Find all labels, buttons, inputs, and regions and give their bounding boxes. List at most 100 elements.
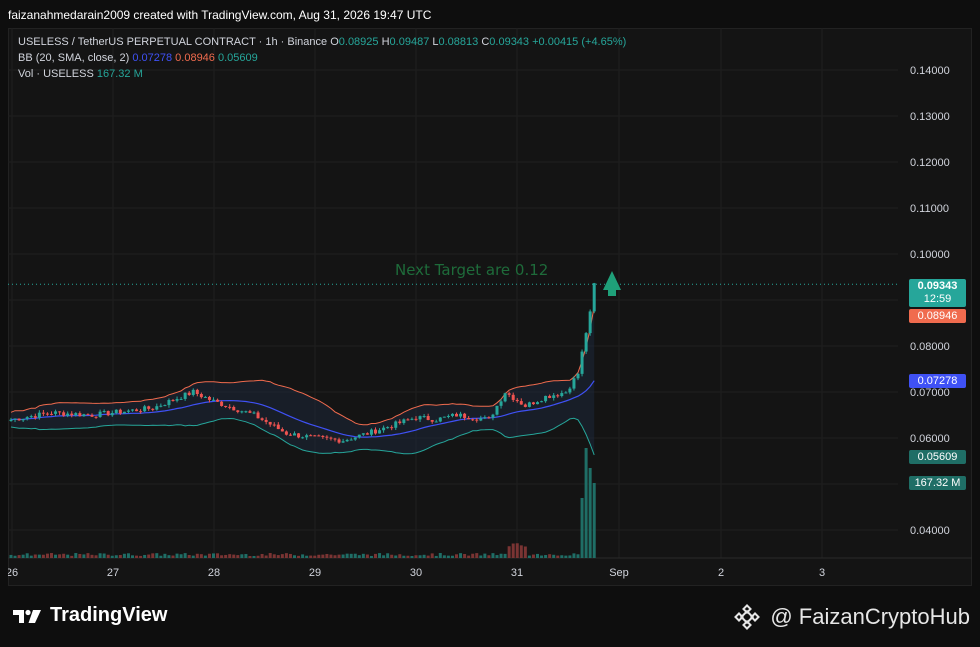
volume-bar [301, 554, 305, 558]
volume-bar [90, 554, 94, 558]
time-tick-label: 26 [8, 567, 18, 579]
volume-bar [280, 554, 284, 558]
volume-bar [228, 554, 232, 558]
volume-bar [25, 553, 29, 558]
up-arrow-icon [603, 271, 621, 296]
candle [483, 417, 487, 419]
bb-row: BB (20, SMA, close, 2) 0.07278 0.08946 0… [18, 50, 626, 66]
time-tick-label: 2 [718, 567, 724, 579]
volume-bar [491, 553, 495, 558]
bb-basis-value: 0.07278 [132, 52, 173, 64]
candle [479, 418, 483, 421]
volume-bar [450, 555, 454, 558]
volume-bar [455, 554, 458, 558]
volume-bar [236, 555, 240, 558]
time-tick-label: 30 [410, 567, 422, 579]
volume-bar [248, 555, 252, 558]
bb-upper-tag: 0.08946 [909, 309, 966, 323]
candle [110, 413, 114, 416]
volume-bar [345, 553, 349, 558]
candle [232, 406, 236, 411]
candle [276, 424, 280, 430]
candle [212, 399, 215, 401]
chart-screenshot: faizanahmedarain2009 created with Tradin… [0, 0, 980, 647]
volume-bar [418, 555, 422, 558]
volume-bar [147, 554, 151, 558]
volume-bar [459, 553, 463, 558]
candle [378, 430, 382, 434]
time-tick-label: 27 [107, 567, 119, 579]
volume-bar [240, 554, 244, 558]
close-value: 0.09343 [489, 36, 530, 48]
candle [98, 411, 102, 418]
candle [147, 406, 151, 409]
volume-bar [179, 554, 183, 558]
volume-bar [13, 555, 17, 558]
volume-bar [463, 554, 467, 558]
candle [422, 416, 426, 418]
volume-bar [414, 555, 418, 558]
candle [369, 429, 373, 435]
candle [187, 392, 191, 395]
volume-bar [224, 554, 228, 558]
volume-bar [499, 553, 503, 558]
volume-bar [511, 543, 515, 558]
volume-bar [556, 555, 560, 558]
candle [58, 411, 62, 413]
candle [467, 417, 471, 420]
volume-value: 167.32 M [96, 68, 143, 80]
candle [357, 434, 361, 438]
volume-bar [21, 554, 25, 558]
candle [50, 413, 53, 415]
candle [301, 437, 305, 439]
tradingview-brand[interactable]: TradingView [12, 604, 167, 627]
time-axis: 26 27 28 29 30 31 Sep 2 3 [8, 567, 825, 579]
volume-bar [568, 555, 572, 558]
candle [252, 412, 256, 414]
candle [349, 439, 353, 441]
candle [572, 378, 576, 389]
candle [159, 405, 163, 407]
candle [548, 395, 552, 398]
volume-bar [187, 554, 191, 558]
candle [195, 389, 199, 395]
volume-bar [487, 555, 491, 558]
candle [284, 431, 288, 435]
last-price-tag: 0.09343 12:59 [909, 279, 966, 307]
candle [272, 424, 276, 426]
candle [309, 435, 313, 437]
volume-bar [442, 555, 446, 558]
volume-bar [29, 555, 33, 558]
volume-bar [135, 555, 139, 558]
volume-bar [171, 555, 175, 558]
price-tick-label: 0.12000 [910, 157, 950, 169]
bb-label: BB (20, SMA, close, 2) [18, 52, 130, 64]
volume-bar [329, 554, 333, 558]
price-tick-label: 0.11000 [910, 203, 949, 215]
candle [256, 412, 260, 419]
volume-bar [37, 554, 41, 558]
candle [135, 409, 139, 412]
volume-bar [572, 553, 576, 558]
volume-bar [17, 555, 21, 558]
candle [536, 402, 539, 405]
volume-bar [576, 554, 580, 558]
candle [568, 388, 572, 393]
countdown-value: 12:59 [923, 293, 952, 305]
candle [216, 399, 220, 402]
volume-bar [122, 553, 126, 558]
candle [426, 416, 430, 420]
price-chart[interactable]: 0.14000 0.13000 0.12000 0.11000 0.10000 0.080… [8, 28, 972, 586]
candle [556, 395, 560, 397]
bb-lower-tag: 0.05609 [909, 450, 966, 464]
volume-bar [272, 554, 276, 558]
volume-bar [212, 553, 215, 558]
volume-bar [446, 555, 450, 558]
time-tick-label: 28 [208, 567, 220, 579]
volume-bar [82, 554, 86, 558]
candle [114, 409, 118, 414]
candle [544, 395, 548, 402]
volume-bar [515, 543, 519, 558]
volume-bar [483, 553, 487, 558]
candle [199, 394, 203, 398]
